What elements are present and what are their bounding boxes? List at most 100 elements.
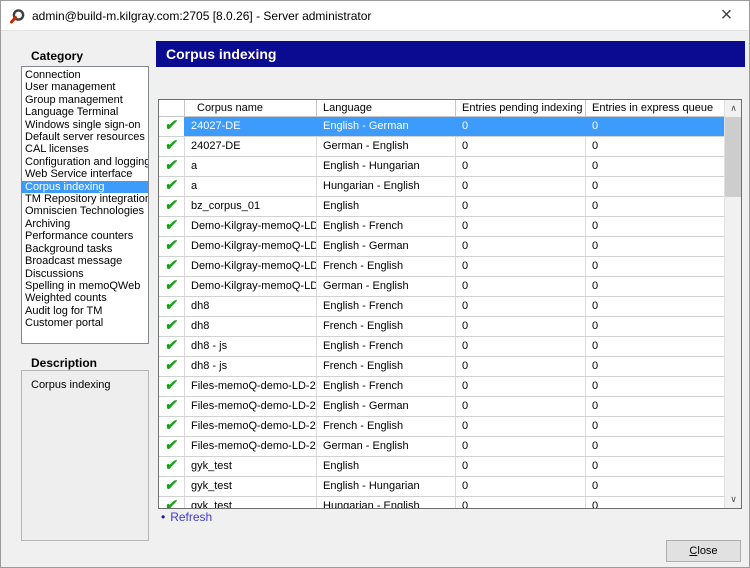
language-cell: English - French bbox=[317, 377, 456, 396]
entries-pending-cell: 0 bbox=[456, 297, 586, 316]
indexed-check-icon: ✔ bbox=[159, 217, 185, 236]
sidebar-item[interactable]: Windows single sign-on bbox=[22, 119, 148, 131]
table-row[interactable]: ✔dh8 - jsEnglish - French00 bbox=[159, 337, 724, 357]
window-title: admin@build-m.kilgray.com:2705 [8.0.26] … bbox=[32, 9, 371, 23]
sidebar-item[interactable]: Default server resources bbox=[22, 131, 148, 143]
corpus-name-cell: 24027-DE bbox=[185, 117, 317, 136]
table-row[interactable]: ✔Files-memoQ-demo-LD-2015German - Englis… bbox=[159, 437, 724, 457]
scroll-down-arrow-icon[interactable]: ∨ bbox=[725, 491, 742, 508]
window-close-button[interactable]: × bbox=[704, 1, 749, 30]
language-cell: German - English bbox=[317, 137, 456, 156]
description-label: Description bbox=[31, 356, 97, 370]
entries-express-cell: 0 bbox=[586, 377, 724, 396]
corpus-name-cell: dh8 bbox=[185, 317, 317, 336]
column-header-entries-pending[interactable]: Entries pending indexing bbox=[456, 100, 586, 116]
table-row[interactable]: ✔gyk_testHungarian - English00 bbox=[159, 497, 724, 508]
corpus-name-cell: Files-memoQ-demo-LD-2015 bbox=[185, 437, 317, 456]
table-row[interactable]: ✔Files-memoQ-demo-LD-2015French - Englis… bbox=[159, 417, 724, 437]
sidebar-item[interactable]: User management bbox=[22, 81, 148, 93]
table-row[interactable]: ✔bz_corpus_01English00 bbox=[159, 197, 724, 217]
indexed-check-icon: ✔ bbox=[159, 157, 185, 176]
refresh-link[interactable]: • Refresh bbox=[161, 510, 212, 524]
corpus-name-cell: gyk_test bbox=[185, 457, 317, 476]
table-row[interactable]: ✔Demo-Kilgray-memoQ-LD-2...English - Fre… bbox=[159, 217, 724, 237]
entries-express-cell: 0 bbox=[586, 197, 724, 216]
entries-pending-cell: 0 bbox=[456, 477, 586, 496]
sidebar-item[interactable]: Connection bbox=[22, 69, 148, 81]
sidebar-item[interactable]: Customer portal bbox=[22, 317, 148, 329]
corpus-name-cell: a bbox=[185, 177, 317, 196]
table-row[interactable]: ✔Files-memoQ-demo-LD-2015English - Germa… bbox=[159, 397, 724, 417]
column-header-entries-express[interactable]: Entries in express queue bbox=[586, 100, 724, 116]
corpus-name-cell: Files-memoQ-demo-LD-2015 bbox=[185, 417, 317, 436]
language-cell: English - French bbox=[317, 217, 456, 236]
sidebar-item[interactable]: Background tasks bbox=[22, 243, 148, 255]
status-column-header[interactable] bbox=[159, 100, 185, 116]
refresh-link-label: Refresh bbox=[170, 510, 212, 524]
column-header-corpus-name[interactable]: Corpus name bbox=[185, 100, 317, 116]
sidebar-item[interactable]: Spelling in memoQWeb bbox=[22, 280, 148, 292]
corpus-name-cell: Demo-Kilgray-memoQ-LD-2... bbox=[185, 277, 317, 296]
corpus-name-cell: Demo-Kilgray-memoQ-LD-2... bbox=[185, 237, 317, 256]
entries-express-cell: 0 bbox=[586, 137, 724, 156]
table-header-row: Corpus name Language Entries pending ind… bbox=[159, 100, 724, 117]
table-row[interactable]: ✔24027-DEEnglish - German00 bbox=[159, 117, 724, 137]
scroll-up-arrow-icon[interactable]: ∧ bbox=[725, 100, 742, 117]
table-row[interactable]: ✔24027-DEGerman - English00 bbox=[159, 137, 724, 157]
corpus-name-cell: gyk_test bbox=[185, 477, 317, 496]
table-row[interactable]: ✔Demo-Kilgray-memoQ-LD-2...German - Engl… bbox=[159, 277, 724, 297]
table-row[interactable]: ✔Demo-Kilgray-memoQ-LD-2...English - Ger… bbox=[159, 237, 724, 257]
sidebar-item[interactable]: Weighted counts bbox=[22, 292, 148, 304]
corpus-name-cell: Demo-Kilgray-memoQ-LD-2... bbox=[185, 257, 317, 276]
vertical-scrollbar[interactable]: ∧ ∨ bbox=[724, 100, 741, 508]
table-row[interactable]: ✔dh8 - jsFrench - English00 bbox=[159, 357, 724, 377]
entries-pending-cell: 0 bbox=[456, 437, 586, 456]
table-row[interactable]: ✔gyk_testEnglish00 bbox=[159, 457, 724, 477]
corpus-name-cell: a bbox=[185, 157, 317, 176]
language-cell: French - English bbox=[317, 357, 456, 376]
sidebar-item[interactable]: Language Terminal bbox=[22, 106, 148, 118]
entries-pending-cell: 0 bbox=[456, 197, 586, 216]
entries-express-cell: 0 bbox=[586, 177, 724, 196]
sidebar-item[interactable]: Discussions bbox=[22, 268, 148, 280]
entries-pending-cell: 0 bbox=[456, 377, 586, 396]
sidebar-item[interactable]: Configuration and logging bbox=[22, 156, 148, 168]
column-header-language[interactable]: Language bbox=[317, 100, 456, 116]
sidebar-item[interactable]: Archiving bbox=[22, 218, 148, 230]
entries-pending-cell: 0 bbox=[456, 357, 586, 376]
sidebar-item[interactable]: TM Repository integration bbox=[22, 193, 148, 205]
entries-express-cell: 0 bbox=[586, 257, 724, 276]
table-row[interactable]: ✔Files-memoQ-demo-LD-2015English - Frenc… bbox=[159, 377, 724, 397]
sidebar-item[interactable]: Group management bbox=[22, 94, 148, 106]
category-list: ConnectionUser managementGroup managemen… bbox=[21, 66, 149, 344]
table-body: ✔24027-DEEnglish - German00✔24027-DEGerm… bbox=[159, 117, 724, 508]
entries-pending-cell: 0 bbox=[456, 397, 586, 416]
table-row[interactable]: ✔aEnglish - Hungarian00 bbox=[159, 157, 724, 177]
sidebar-item[interactable]: Omniscien Technologies bbox=[22, 205, 148, 217]
entries-pending-cell: 0 bbox=[456, 137, 586, 156]
table-row[interactable]: ✔aHungarian - English00 bbox=[159, 177, 724, 197]
sidebar-item[interactable]: CAL licenses bbox=[22, 143, 148, 155]
indexed-check-icon: ✔ bbox=[159, 437, 185, 456]
indexed-check-icon: ✔ bbox=[159, 337, 185, 356]
indexed-check-icon: ✔ bbox=[159, 237, 185, 256]
sidebar-item[interactable]: Performance counters bbox=[22, 230, 148, 242]
corpus-name-cell: 24027-DE bbox=[185, 137, 317, 156]
language-cell: German - English bbox=[317, 437, 456, 456]
sidebar-item[interactable]: Broadcast message bbox=[22, 255, 148, 267]
scrollbar-thumb[interactable] bbox=[725, 117, 742, 197]
table-row[interactable]: ✔gyk_testEnglish - Hungarian00 bbox=[159, 477, 724, 497]
page-title: Corpus indexing bbox=[156, 41, 745, 67]
table-row[interactable]: ✔dh8French - English00 bbox=[159, 317, 724, 337]
corpus-name-cell: Files-memoQ-demo-LD-2015 bbox=[185, 397, 317, 416]
sidebar-item[interactable]: Audit log for TM bbox=[22, 305, 148, 317]
sidebar-item[interactable]: Web Service interface bbox=[22, 168, 148, 180]
table-row[interactable]: ✔Demo-Kilgray-memoQ-LD-2...French - Engl… bbox=[159, 257, 724, 277]
sidebar-item[interactable]: Corpus indexing bbox=[22, 181, 148, 193]
close-button[interactable]: Close bbox=[666, 540, 741, 562]
language-cell: English bbox=[317, 197, 456, 216]
corpus-table: Corpus name Language Entries pending ind… bbox=[158, 99, 742, 509]
language-cell: English bbox=[317, 457, 456, 476]
table-row[interactable]: ✔dh8English - French00 bbox=[159, 297, 724, 317]
category-label: Category bbox=[31, 49, 83, 63]
